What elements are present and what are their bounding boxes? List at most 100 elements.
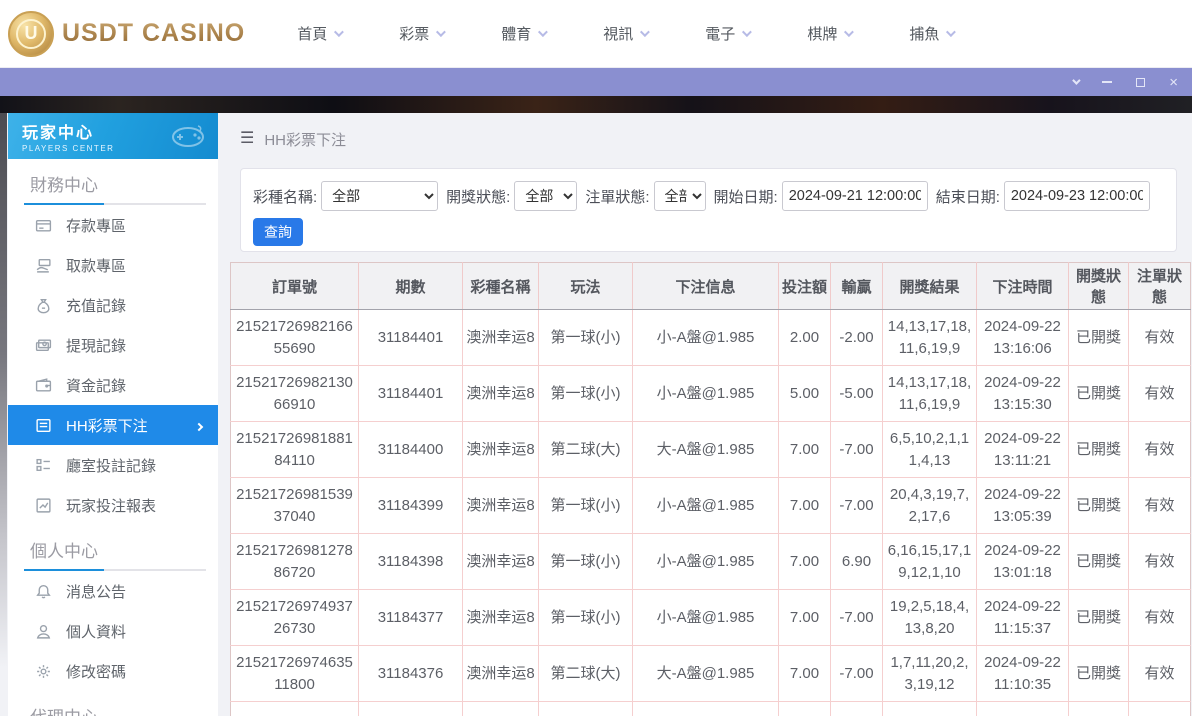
column-header: 投注額: [778, 262, 831, 310]
deposit-card-icon: [34, 216, 52, 234]
sidebar-item-withdraw-area[interactable]: 取款專區: [8, 245, 218, 285]
maximize-icon[interactable]: [1136, 77, 1146, 87]
nav-item-fishing[interactable]: 捕魚: [909, 23, 957, 44]
column-header: 開獎結果: [882, 262, 977, 310]
nav-item-sports[interactable]: 體育: [501, 23, 549, 44]
top-header: U USDT CASINO 首頁 彩票 體育 視訊 電子 棋牌 捕魚: [0, 0, 1192, 68]
nav-item-label: 電子: [705, 26, 736, 43]
brand-title: USDT CASINO: [62, 19, 246, 47]
sidebar-item-profile[interactable]: 個人資料: [8, 611, 218, 651]
table-cell: 2024-09-22 13:01:18: [976, 533, 1069, 590]
hamburger-icon[interactable]: ☰: [240, 131, 254, 147]
dropdown-chevron-icon[interactable]: [1072, 76, 1081, 85]
draw-status-select[interactable]: 全部: [514, 181, 578, 211]
table-cell: 有效: [1128, 533, 1191, 590]
nav-item-label: 棋牌: [807, 26, 838, 43]
table-cell: 有效: [1128, 309, 1191, 366]
table-cell: 2024-09-22 13:11:21: [976, 421, 1069, 478]
order-status-select[interactable]: 全部: [653, 181, 706, 211]
table-cell: 31184399: [358, 477, 463, 534]
table-cell: 已開獎: [1068, 589, 1129, 646]
chevron-down-icon: [538, 27, 549, 38]
nav-item-label: 首頁: [297, 26, 328, 43]
table-row: 2152172698216655690 31184401 澳洲幸运8 第一球(小) 小-…: [230, 309, 1191, 366]
sidebar-item-funds-records[interactable]: 資金記錄: [8, 365, 218, 405]
section-underline: [24, 569, 206, 571]
table-cell: 31184377: [358, 589, 463, 646]
brand-logo[interactable]: U USDT CASINO: [8, 10, 246, 57]
column-header: 下注信息: [632, 262, 779, 310]
sidebar-item-deposit-area[interactable]: 存款專區: [8, 205, 218, 245]
nav-item-slots[interactable]: 電子: [705, 23, 753, 44]
wallet-icon: [34, 376, 52, 394]
app-window: U USDT CASINO 首頁 彩票 體育 視訊 電子 棋牌 捕魚 × 玩家中心 PLAY…: [0, 0, 1192, 716]
table-cell: 7.00: [778, 645, 831, 702]
banknotes-icon: [34, 336, 52, 354]
nav-item-lottery[interactable]: 彩票: [399, 23, 447, 44]
table-cell: 小-A盤@1.985: [632, 477, 779, 534]
lottery-name-select[interactable]: 全部: [321, 181, 439, 211]
draw-status-label: 開獎狀態:: [446, 188, 511, 206]
table-cell: 2152172698216655690: [230, 309, 359, 366]
table-cell: 14,13,17,18,11,6,19,9: [882, 309, 977, 366]
table-cell: 7.00: [778, 589, 831, 646]
sidebar-item-room-bet-records[interactable]: 廳室投註記錄: [8, 445, 218, 485]
bell-icon: [34, 582, 52, 600]
table-cell: 澳洲幸运8: [462, 589, 539, 646]
end-date-label: 結束日期:: [935, 188, 1000, 206]
search-button[interactable]: 查詢: [253, 218, 303, 246]
table-cell: [538, 701, 633, 716]
table-cell: 31184376: [358, 645, 463, 702]
table-cell: [830, 701, 883, 716]
nav-item-home[interactable]: 首頁: [297, 23, 345, 44]
table-cell: 2152172698127886720: [230, 533, 359, 590]
bet-records-table: 訂單號 期數 彩種名稱 玩法 下注信息 投注額 輸贏 開獎結果 下注時間 開獎狀態 注單狀態 215…: [230, 262, 1191, 716]
table-cell: 小-A盤@1.985: [632, 589, 779, 646]
sidebar-item-announcements[interactable]: 消息公告: [8, 571, 218, 611]
close-icon[interactable]: ×: [1169, 75, 1178, 90]
minimize-icon[interactable]: [1102, 81, 1113, 83]
table-cell: 31184398: [358, 533, 463, 590]
table-cell: 2024-09-22 11:10:35: [976, 645, 1069, 702]
chevron-down-icon: [946, 27, 957, 38]
end-date-input[interactable]: [1003, 181, 1150, 211]
table-cell: 已開獎: [1068, 533, 1129, 590]
table-cell: [358, 701, 463, 716]
table-row: 2152172698127886720 31184398 澳洲幸运8 第一球(小) 小-…: [230, 533, 1191, 590]
nav-item-label: 視訊: [603, 26, 634, 43]
table-cell: 2152172698153937040: [230, 477, 359, 534]
sidebar-item-withdrawal-records[interactable]: 提現記錄: [8, 325, 218, 365]
table-cell: [778, 701, 831, 716]
column-header: 玩法: [538, 262, 633, 310]
table-cell: 2024-09-22 13:16:06: [976, 309, 1069, 366]
filter-panel: 彩種名稱: 全部 開獎狀態: 全部 注單狀態: 全部 開始日期: 結束日期:: [240, 168, 1177, 252]
table-cell: [632, 701, 779, 716]
sidebar-item-player-bet-report[interactable]: 玩家投注報表: [8, 485, 218, 525]
sidebar-item-change-password[interactable]: 修改密碼: [8, 651, 218, 691]
sidebar-item-recharge-records[interactable]: 充值記錄: [8, 285, 218, 325]
table-cell: 已開獎: [1068, 421, 1129, 478]
content-area: 玩家中心 PLAYERS CENTER 財務中心 存款專區 取款專區 充值記錄 提現記錄…: [0, 113, 1192, 716]
table-cell: 2024-09-22 11:15:37: [976, 589, 1069, 646]
table-cell: 小-A盤@1.985: [632, 533, 779, 590]
start-date-input[interactable]: [781, 181, 928, 211]
section-title-personal-center: 個人中心: [30, 542, 98, 561]
table-cell: 2.00: [778, 309, 831, 366]
sidebar-item-label: 個人資料: [66, 623, 127, 641]
table-cell: 有效: [1128, 421, 1191, 478]
breadcrumb: ☰ HH彩票下注: [218, 113, 1192, 152]
table-cell: 第一球(小): [538, 533, 633, 590]
table-cell: 2152172698213066910: [230, 365, 359, 422]
nav-item-board-games[interactable]: 棋牌: [807, 23, 855, 44]
nav-item-label: 捕魚: [909, 26, 940, 43]
table-cell: 有效: [1128, 365, 1191, 422]
nav-item-live-video[interactable]: 視訊: [603, 23, 651, 44]
user-icon: [34, 622, 52, 640]
sidebar-item-label: 廳室投註記錄: [66, 457, 157, 475]
sidebar-item-hh-lottery-bets[interactable]: HH彩票下注: [8, 405, 218, 445]
table-cell: 已開獎: [1068, 477, 1129, 534]
background-image-strip: [0, 96, 1192, 113]
table-cell: -7.00: [830, 645, 883, 702]
table-cell: 澳洲幸运8: [462, 477, 539, 534]
column-header: 開獎狀態: [1068, 262, 1129, 310]
